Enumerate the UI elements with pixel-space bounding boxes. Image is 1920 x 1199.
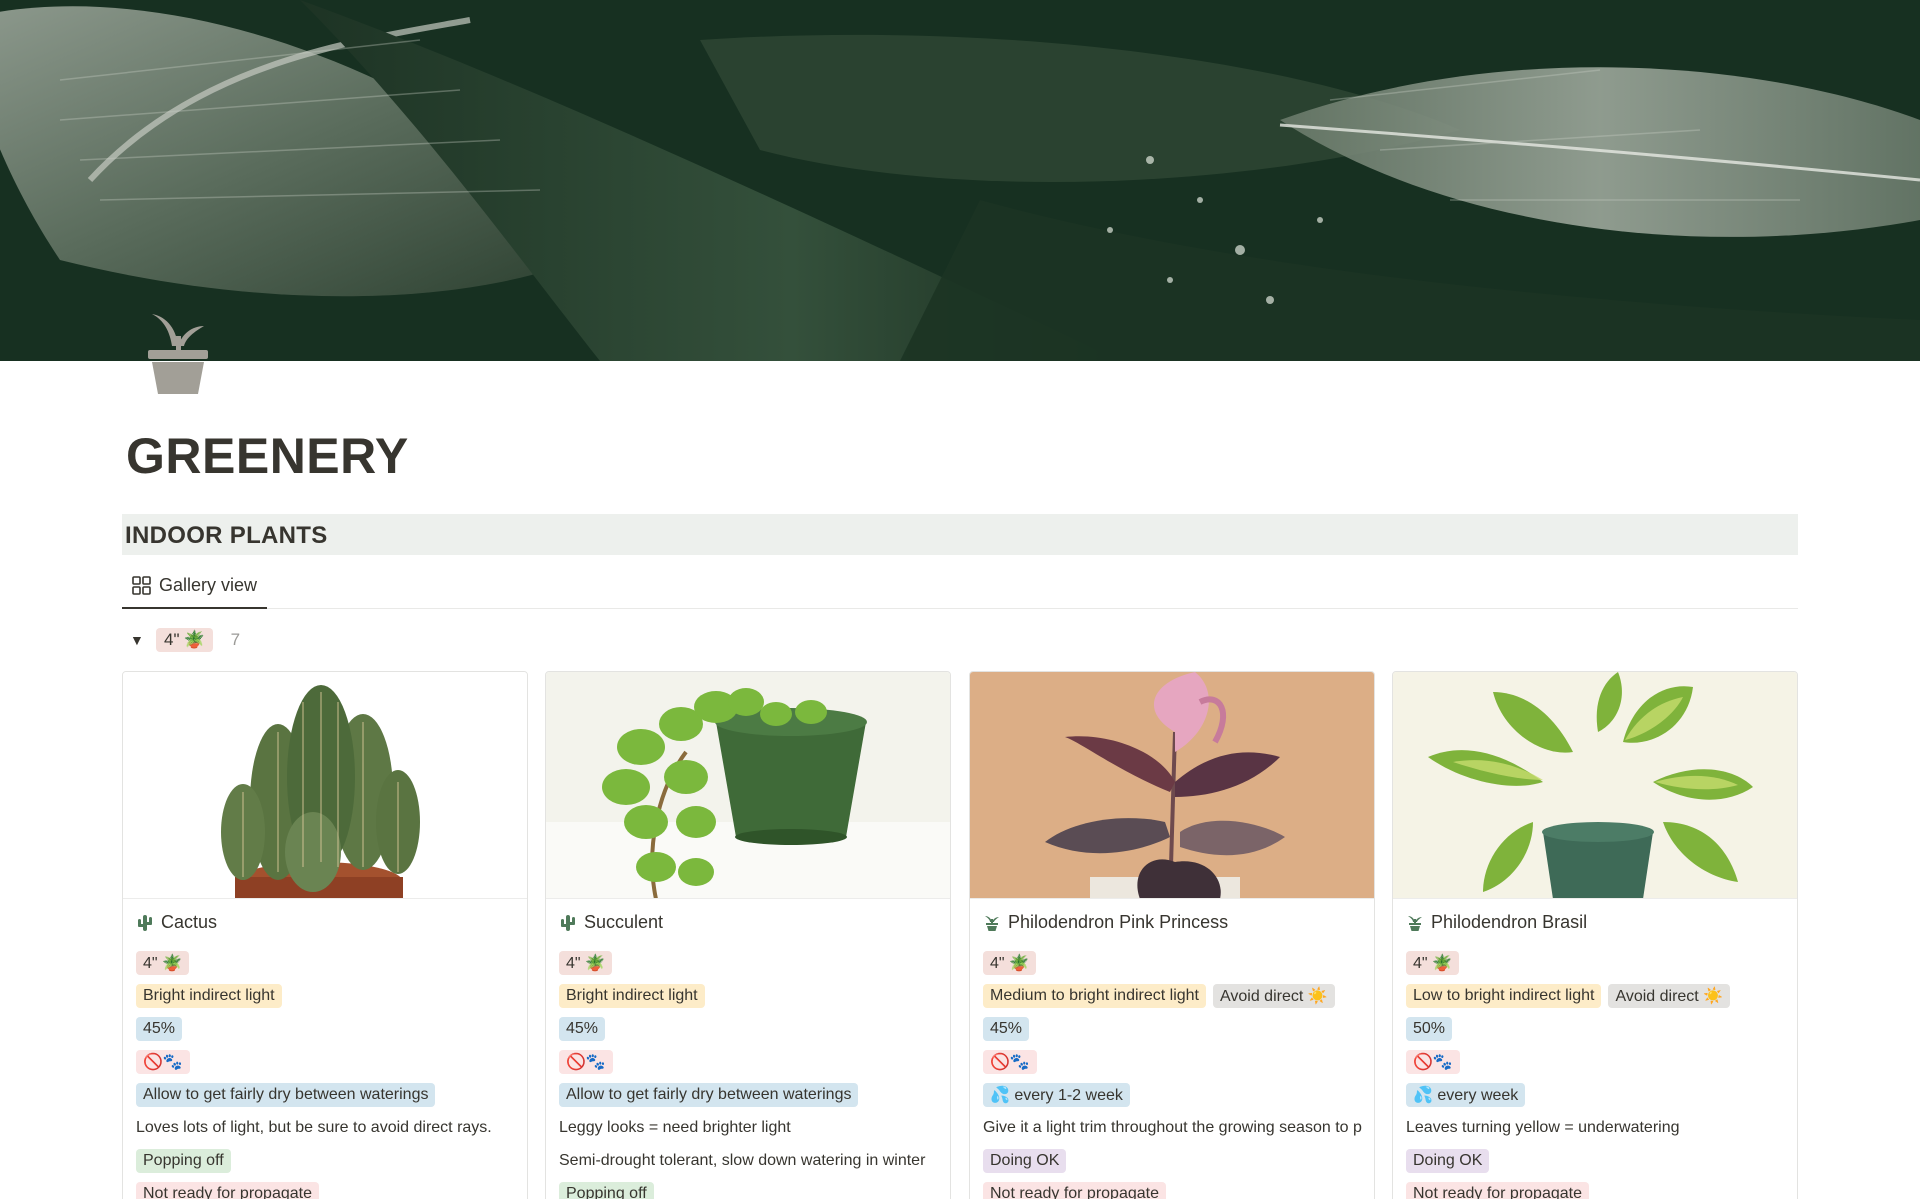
water-tag: Allow to get fairly dry between watering… [559, 1082, 859, 1107]
tab-gallery-view-label: Gallery view [159, 575, 258, 595]
gallery-card-cactus[interactable]: Cactus 4" 🪴 Bright indirect light 45% 🚫🐾… [122, 671, 528, 1199]
light-tag: Medium to bright indirect light [983, 983, 1206, 1008]
page-cover[interactable] [0, 0, 1920, 361]
potted-plant-icon[interactable] [142, 306, 214, 398]
care-note: Leaves turning yellow = underwatering [1406, 1118, 1680, 1136]
care-note: Give it a light trim throughout the grow… [983, 1118, 1362, 1136]
card-cover-image [123, 672, 527, 899]
gallery-card-philodendron-pink-princess[interactable]: Philodendron Pink Princess 4" 🪴 Medium t… [969, 671, 1375, 1199]
light-tag: Low to bright indirect light [1406, 983, 1602, 1008]
light-extra-tag: Avoid direct ☀️ [1608, 983, 1731, 1008]
card-cover-image [546, 672, 950, 899]
care-note: Leggy looks = need brighter light [559, 1118, 791, 1136]
light-tag: Bright indirect light [136, 983, 282, 1008]
light-tag: Bright indirect light [559, 983, 705, 1008]
card-title-text: Philodendron Brasil [1431, 912, 1588, 932]
status-tag: Doing OK [1406, 1148, 1490, 1173]
light-extra-tag: Avoid direct ☀️ [1212, 983, 1335, 1008]
card-title-text: Succulent [584, 912, 664, 932]
care-note-2: Semi-drought tolerant, slow down waterin… [559, 1151, 926, 1169]
potted-plant-icon [1408, 915, 1422, 931]
card-title[interactable]: Philodendron Pink Princess [983, 899, 1374, 946]
cover-leaves-image [0, 0, 1920, 361]
card-cover-image [1393, 672, 1797, 899]
humidity-tag: 50% [1406, 1016, 1453, 1041]
card-title-text: Cactus [161, 912, 218, 932]
group-tag[interactable]: 4" 🪴 [156, 628, 213, 652]
status-tag: Popping off [559, 1181, 654, 1199]
water-tag: 💦 every 1-2 week [983, 1082, 1130, 1107]
cactus-icon [138, 914, 152, 931]
gallery-cards: Cactus 4" 🪴 Bright indirect light 45% 🚫🐾… [122, 671, 1798, 1199]
propagate-tag: Not ready for propagate [136, 1181, 319, 1199]
potted-plant-icon [985, 915, 999, 931]
pets-tag: 🚫🐾 [136, 1049, 190, 1074]
propagate-tag: Not ready for propagate [983, 1181, 1166, 1199]
propagate-tag: Not ready for propagate [1406, 1181, 1589, 1199]
page-title[interactable]: GREENERY [126, 427, 409, 485]
gallery-card-succulent[interactable]: Succulent 4" 🪴 Bright indirect light 45%… [545, 671, 951, 1199]
card-title-text: Philodendron Pink Princess [1008, 912, 1229, 932]
status-tag: Doing OK [983, 1148, 1067, 1173]
gallery-card-philodendron-brasil[interactable]: Philodendron Brasil 4" 🪴 Low to bright i… [1392, 671, 1798, 1199]
humidity-tag: 45% [983, 1016, 1030, 1041]
pets-tag: 🚫🐾 [1406, 1049, 1460, 1074]
card-cover-image [970, 672, 1374, 899]
size-tag: 4" 🪴 [136, 950, 189, 975]
section-heading-text: INDOOR PLANTS [125, 522, 328, 549]
tab-gallery-view[interactable]: Gallery view [122, 564, 268, 609]
status-tag: Popping off [136, 1148, 231, 1173]
humidity-tag: 45% [559, 1016, 606, 1041]
humidity-tag: 45% [136, 1016, 183, 1041]
card-title[interactable]: Philodendron Brasil [1406, 899, 1797, 946]
cactus-icon [561, 914, 575, 931]
view-tabs: Gallery view [122, 564, 1798, 609]
group-tag-label: 4" [164, 630, 180, 649]
group-tag-emoji: 🪴 [183, 630, 205, 649]
pets-tag: 🚫🐾 [983, 1049, 1037, 1074]
card-title[interactable]: Succulent [559, 899, 950, 946]
group-header: ▼ 4" 🪴 7 [130, 627, 240, 653]
size-tag: 4" 🪴 [1406, 950, 1459, 975]
water-tag: Allow to get fairly dry between watering… [136, 1082, 436, 1107]
size-tag: 4" 🪴 [559, 950, 612, 975]
card-title[interactable]: Cactus [136, 899, 527, 946]
pets-tag: 🚫🐾 [559, 1049, 613, 1074]
section-heading[interactable]: INDOOR PLANTS [122, 514, 1798, 555]
care-note: Loves lots of light, but be sure to avoi… [136, 1118, 492, 1136]
water-tag: 💦 every week [1406, 1082, 1526, 1107]
size-tag: 4" 🪴 [983, 950, 1036, 975]
collapse-caret-icon[interactable]: ▼ [130, 632, 150, 648]
gallery-grid-icon [132, 576, 151, 595]
group-count: 7 [230, 630, 241, 649]
